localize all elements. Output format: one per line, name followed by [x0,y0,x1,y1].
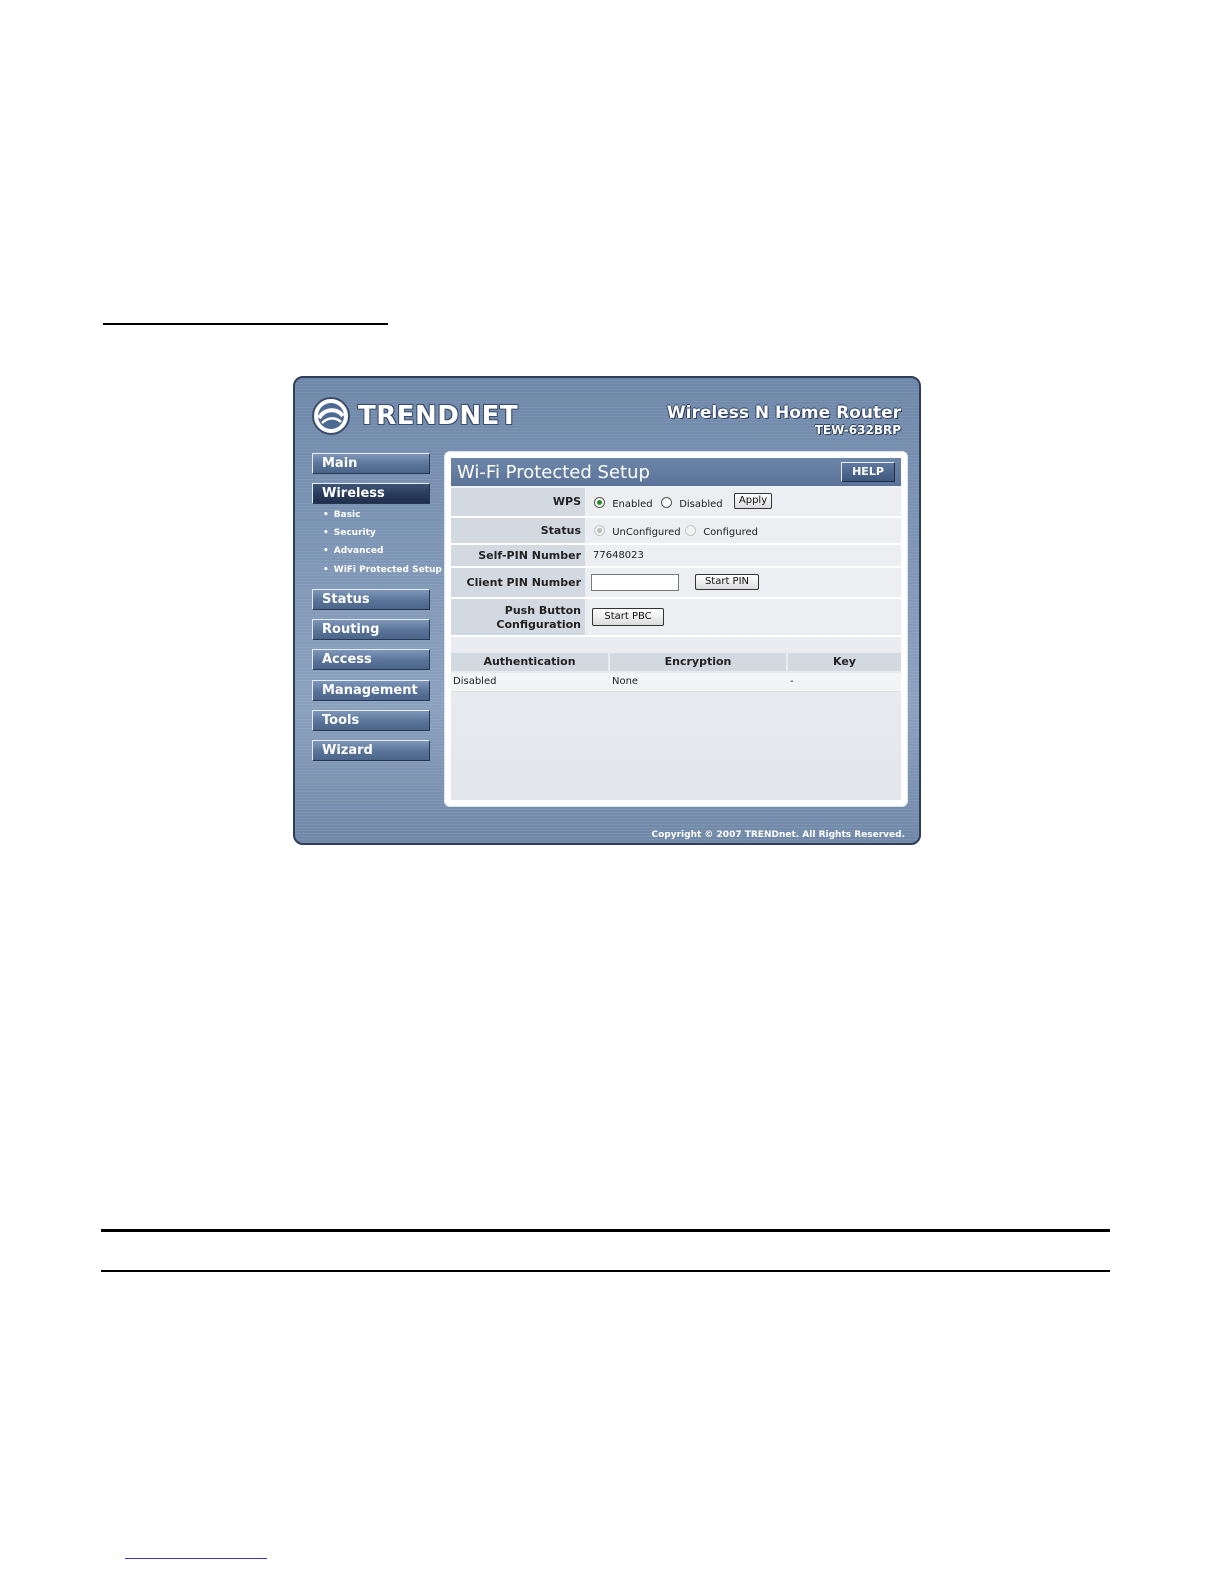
nav-management[interactable]: Management [312,680,430,701]
status-configured-radio [685,525,696,536]
self-pin-label: Self-PIN Number [451,545,585,566]
wps-enabled-option[interactable]: Enabled [594,497,653,510]
apply-button[interactable]: Apply [734,493,772,509]
nav-tools[interactable]: Tools [312,710,430,731]
status-configured-label: Configured [703,527,759,538]
row-push-button: Push Button Configuration Start PBC [451,599,901,637]
product-name: Wireless N Home Router [666,403,901,423]
nav-main[interactable]: Main [312,453,430,474]
status-label: Status [451,518,585,543]
nav-routing[interactable]: Routing [312,619,430,640]
header-encryption: Encryption [610,653,786,671]
wps-enabled-label: Enabled [612,499,653,510]
help-button[interactable]: HELP [841,462,895,482]
subnav-advanced-label: Advanced [333,546,384,556]
subnav-wps-label: WiFi Protected Setup [333,565,442,575]
wps-value: Enabled Disabled Apply [587,488,901,516]
divider-top [101,1229,1110,1232]
wps-disabled-radio[interactable] [661,497,672,508]
row-wps: WPS Enabled Disabled Apply [451,488,901,518]
client-pin-label: Client PIN Number [451,568,585,597]
push-button-label: Push Button Configuration [451,599,585,635]
wps-disabled-label: Disabled [679,499,723,510]
wps-disabled-option[interactable]: Disabled [661,497,723,510]
self-pin-value: 77648023 [587,545,901,566]
row-self-pin: Self-PIN Number 77648023 [451,545,901,568]
push-button-label-line2: Configuration [496,618,581,631]
bullet: • [323,528,329,538]
nav-wireless[interactable]: Wireless [312,483,430,504]
nav-access[interactable]: Access [312,649,430,670]
subnav-advanced[interactable]: • Advanced [323,546,383,556]
brand-logo[interactable]: TRENDNET [311,394,518,438]
push-button-label-line1: Push Button [504,604,581,617]
subnav-security[interactable]: • Security [323,528,376,538]
subnav-basic[interactable]: • Basic [323,510,360,520]
header-key: Key [788,653,901,671]
bullet: • [323,546,329,556]
wps-label: WPS [451,488,585,516]
client-pin-input[interactable] [591,574,679,591]
page-title: Wi-Fi Protected Setup [457,462,650,483]
bullet: • [323,510,329,520]
router-window: TRENDNET Wireless N Home Router TEW-632B… [293,376,921,845]
table-row: Disabled None - [451,673,901,692]
status-configured-option: Configured [685,525,758,538]
copyright-text: Copyright © 2007 TRENDnet. All Rights Re… [651,830,906,840]
subnav-basic-label: Basic [333,510,361,520]
cell-authentication: Disabled [453,676,497,687]
content-inner: Wi-Fi Protected Setup HELP WPS Enabled D… [451,458,901,800]
cell-key: - [790,676,794,687]
wps-enabled-radio[interactable] [594,497,605,508]
nav-status[interactable]: Status [312,589,430,610]
row-status: Status UnConfigured Configured [451,518,901,545]
subnav-wps[interactable]: • WiFi Protected Setup [323,565,442,575]
subnav-security-label: Security [333,528,376,538]
divider-bottom [101,1270,1110,1272]
client-pin-value: Start PIN [587,568,901,597]
push-button-value: Start PBC [587,599,901,635]
brand-name: TRENDNET [358,401,519,431]
status-unconfigured-radio [594,525,605,536]
footer-link-underline [125,1558,267,1559]
header-authentication: Authentication [451,653,608,671]
security-table-header: Authentication Encryption Key [451,653,901,671]
status-unconfigured-label: UnConfigured [612,527,681,538]
content-panel: Wi-Fi Protected Setup HELP WPS Enabled D… [444,451,908,807]
start-pin-button[interactable]: Start PIN [695,574,759,590]
status-value: UnConfigured Configured [587,518,901,543]
start-pbc-button[interactable]: Start PBC [592,608,664,626]
nav-wizard[interactable]: Wizard [312,740,430,761]
trendnet-logo-icon [312,397,350,435]
cell-encryption: None [612,676,639,687]
title-underline [103,323,388,325]
bullet: • [323,565,329,575]
status-unconfigured-option: UnConfigured [594,525,681,538]
row-client-pin: Client PIN Number Start PIN [451,568,901,599]
product-info: Wireless N Home Router TEW-632BRP [666,403,901,438]
product-model: TEW-632BRP [814,423,901,437]
title-bar: Wi-Fi Protected Setup HELP [451,458,901,486]
